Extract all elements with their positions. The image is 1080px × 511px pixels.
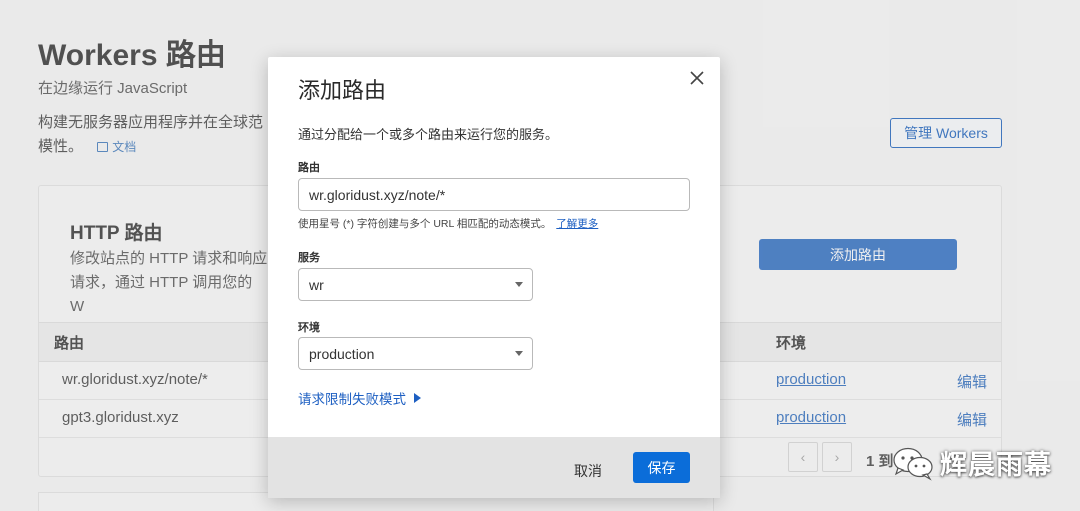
close-icon: [690, 71, 704, 85]
failure-mode-toggle[interactable]: 请求限制失败模式: [298, 388, 421, 408]
add-route-dialog: 添加路由 通过分配给一个或多个路由来运行您的服务。 路由 使用星号 (*) 字符…: [268, 57, 720, 498]
chevron-down-icon: [515, 351, 523, 356]
route-input[interactable]: [298, 178, 690, 211]
environment-label: 环境: [298, 322, 320, 334]
learn-more-link[interactable]: 了解更多: [556, 218, 598, 230]
dialog-intro: 通过分配给一个或多个路由来运行您的服务。: [298, 127, 559, 142]
dialog-footer: 取消 保存: [268, 437, 720, 498]
chat-bubbles-icon: [893, 447, 933, 481]
watermark: 辉晨雨幕: [892, 443, 1052, 482]
failure-mode-label: 请求限制失败模式: [298, 392, 406, 407]
save-button[interactable]: 保存: [633, 452, 690, 483]
watermark-text: 辉晨雨幕: [940, 450, 1052, 480]
route-helper: 使用星号 (*) 字符创建与多个 URL 相匹配的动态模式。 了解更多: [298, 216, 598, 231]
close-button[interactable]: [686, 67, 708, 89]
dialog-title: 添加路由: [298, 78, 387, 103]
caret-right-icon: [414, 393, 421, 403]
chevron-down-icon: [515, 282, 523, 287]
environment-select[interactable]: production: [298, 337, 533, 370]
service-select[interactable]: wr: [298, 268, 533, 301]
service-label: 服务: [298, 252, 320, 264]
service-value: wr: [309, 276, 324, 293]
environment-value: production: [309, 345, 375, 362]
route-helper-text: 使用星号 (*) 字符创建与多个 URL 相匹配的动态模式。: [298, 218, 552, 230]
cancel-button[interactable]: 取消: [574, 461, 602, 481]
route-label: 路由: [298, 162, 320, 174]
